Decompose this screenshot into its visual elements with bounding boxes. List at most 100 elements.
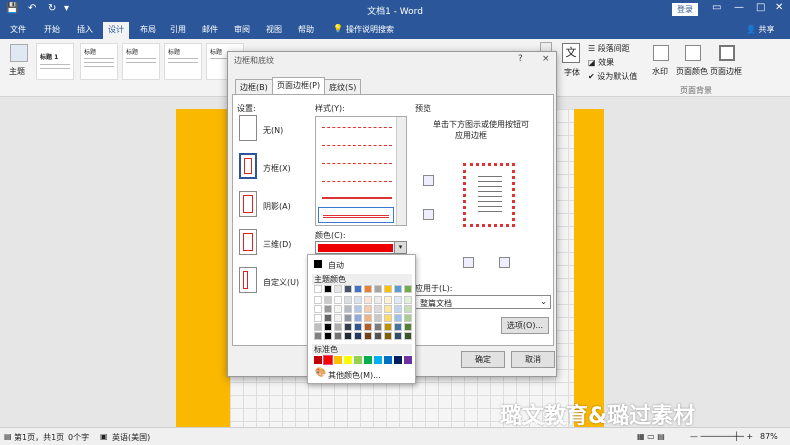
standard-color-swatch[interactable] bbox=[314, 356, 322, 364]
page-color-icon[interactable] bbox=[685, 45, 701, 61]
tell-me-search[interactable]: 操作说明搜索 bbox=[346, 24, 394, 35]
theme-color-swatch[interactable] bbox=[404, 323, 412, 331]
theme-color-swatch[interactable] bbox=[324, 314, 332, 322]
style-option[interactable] bbox=[322, 145, 392, 146]
theme-color-swatch[interactable] bbox=[394, 305, 402, 313]
apply-to-select[interactable]: 整篇文档 ⌄ bbox=[415, 295, 551, 309]
theme-color-swatch[interactable] bbox=[384, 305, 392, 313]
standard-color-swatch[interactable] bbox=[354, 356, 362, 364]
page-count[interactable]: 第1页，共1页 bbox=[14, 432, 64, 443]
standard-color-swatch[interactable] bbox=[334, 356, 342, 364]
bottom-border-button[interactable] bbox=[423, 209, 434, 220]
theme-color-swatch[interactable] bbox=[334, 296, 342, 304]
right-border-button[interactable] bbox=[499, 257, 510, 268]
auto-color-swatch[interactable] bbox=[314, 260, 322, 268]
login-button[interactable]: 登录 bbox=[672, 3, 698, 16]
theme-color-swatch[interactable] bbox=[394, 332, 402, 340]
theme-color-swatch[interactable] bbox=[344, 305, 352, 313]
tab-insert[interactable]: 插入 bbox=[77, 24, 93, 35]
style-option[interactable] bbox=[322, 127, 392, 128]
setting-custom[interactable]: 自定义(U) bbox=[263, 277, 299, 288]
theme-color-swatch[interactable] bbox=[354, 296, 362, 304]
tab-layout[interactable]: 布局 bbox=[140, 24, 156, 35]
theme-color-swatch[interactable] bbox=[344, 314, 352, 322]
theme-color-swatch[interactable] bbox=[394, 314, 402, 322]
theme-color-swatch[interactable] bbox=[364, 314, 372, 322]
proofing-icon[interactable]: ▣ bbox=[100, 432, 108, 441]
theme-color-swatch[interactable] bbox=[324, 332, 332, 340]
setting-shadow-icon[interactable] bbox=[239, 191, 257, 217]
theme-color-swatch[interactable] bbox=[364, 305, 372, 313]
style-scrollbar[interactable] bbox=[396, 117, 406, 225]
minimize-icon[interactable]: — bbox=[734, 2, 744, 13]
theme-color-swatch[interactable] bbox=[384, 285, 392, 293]
theme-color-swatch[interactable] bbox=[314, 305, 322, 313]
zoom-slider[interactable]: — ───────┼─ + bbox=[690, 432, 753, 441]
theme-color-swatch[interactable] bbox=[354, 305, 362, 313]
theme-color-swatch[interactable] bbox=[384, 296, 392, 304]
options-button[interactable]: 选项(O)... bbox=[501, 317, 549, 334]
standard-color-swatch[interactable] bbox=[344, 356, 352, 364]
view-mode-icons[interactable]: ▦ ▭ ▤ bbox=[637, 432, 665, 441]
theme-color-swatch[interactable] bbox=[354, 285, 362, 293]
cancel-button[interactable]: 取消 bbox=[511, 351, 555, 368]
theme-color-swatch[interactable] bbox=[354, 323, 362, 331]
theme-color-swatch[interactable] bbox=[324, 305, 332, 313]
style-option[interactable] bbox=[322, 181, 392, 182]
theme-color-swatch[interactable] bbox=[334, 305, 342, 313]
effects-button[interactable]: ◪ 效果 bbox=[588, 57, 614, 68]
theme-color-swatch[interactable] bbox=[344, 323, 352, 331]
page-color-label[interactable]: 页面颜色 bbox=[676, 66, 708, 77]
style-option[interactable] bbox=[322, 197, 392, 199]
chevron-down-icon[interactable]: ⌄ bbox=[540, 297, 547, 306]
theme-color-swatch[interactable] bbox=[374, 314, 382, 322]
ok-button[interactable]: 确定 bbox=[461, 351, 505, 368]
theme-color-swatch[interactable] bbox=[354, 314, 362, 322]
color-select[interactable]: ▾ bbox=[315, 241, 407, 254]
style-option[interactable] bbox=[322, 163, 392, 164]
dialog-close-button[interactable]: × bbox=[542, 54, 550, 64]
ribbon-display-icon[interactable]: ▭ bbox=[712, 2, 721, 13]
share-button[interactable]: 👤 共享 bbox=[746, 24, 775, 35]
standard-color-swatch[interactable] bbox=[374, 356, 382, 364]
style-list[interactable] bbox=[315, 116, 407, 226]
theme-color-swatch[interactable] bbox=[374, 332, 382, 340]
theme-color-swatch[interactable] bbox=[314, 332, 322, 340]
watermark-icon[interactable] bbox=[653, 45, 669, 61]
setting-3d-icon[interactable] bbox=[239, 229, 257, 255]
theme-color-swatch[interactable] bbox=[324, 323, 332, 331]
tab-home[interactable]: 开始 bbox=[44, 24, 60, 35]
theme-color-swatch[interactable] bbox=[364, 296, 372, 304]
style-thumb-3[interactable]: 标题 bbox=[122, 43, 160, 80]
tab-references[interactable]: 引用 bbox=[170, 24, 186, 35]
tab-file[interactable]: 文件 bbox=[10, 24, 26, 35]
theme-color-swatch[interactable] bbox=[364, 323, 372, 331]
page-border-label[interactable]: 页面边框 bbox=[710, 66, 742, 77]
theme-color-swatch[interactable] bbox=[314, 314, 322, 322]
maximize-icon[interactable]: □ bbox=[756, 2, 765, 13]
setting-none[interactable]: 无(N) bbox=[263, 125, 283, 136]
theme-color-swatch[interactable] bbox=[334, 332, 342, 340]
theme-color-swatch[interactable] bbox=[334, 323, 342, 331]
theme-color-swatch[interactable] bbox=[394, 285, 402, 293]
auto-color[interactable]: 自动 bbox=[328, 260, 344, 271]
paragraph-spacing-button[interactable]: ☰ 段落间距 bbox=[588, 43, 630, 54]
setting-box-icon[interactable] bbox=[239, 153, 257, 179]
style-option-selected[interactable] bbox=[318, 207, 394, 223]
standard-color-swatch[interactable] bbox=[384, 356, 392, 364]
theme-color-swatch[interactable] bbox=[384, 323, 392, 331]
theme-color-swatch[interactable] bbox=[384, 332, 392, 340]
theme-color-swatch[interactable] bbox=[354, 332, 362, 340]
tab-help[interactable]: 帮助 bbox=[298, 24, 314, 35]
setting-shadow[interactable]: 阴影(A) bbox=[263, 201, 291, 212]
standard-color-swatch[interactable] bbox=[323, 355, 333, 365]
style-thumb-2[interactable]: 标题 bbox=[80, 43, 118, 80]
theme-color-swatch[interactable] bbox=[314, 285, 322, 293]
zoom-level[interactable]: 87% bbox=[760, 432, 778, 441]
tab-shading[interactable]: 底纹(S) bbox=[324, 79, 362, 94]
top-border-button[interactable] bbox=[423, 175, 434, 186]
font-label[interactable]: 字体 bbox=[564, 67, 580, 78]
tab-mailings[interactable]: 邮件 bbox=[202, 24, 218, 35]
standard-color-swatch[interactable] bbox=[394, 356, 402, 364]
theme-color-swatch[interactable] bbox=[334, 314, 342, 322]
